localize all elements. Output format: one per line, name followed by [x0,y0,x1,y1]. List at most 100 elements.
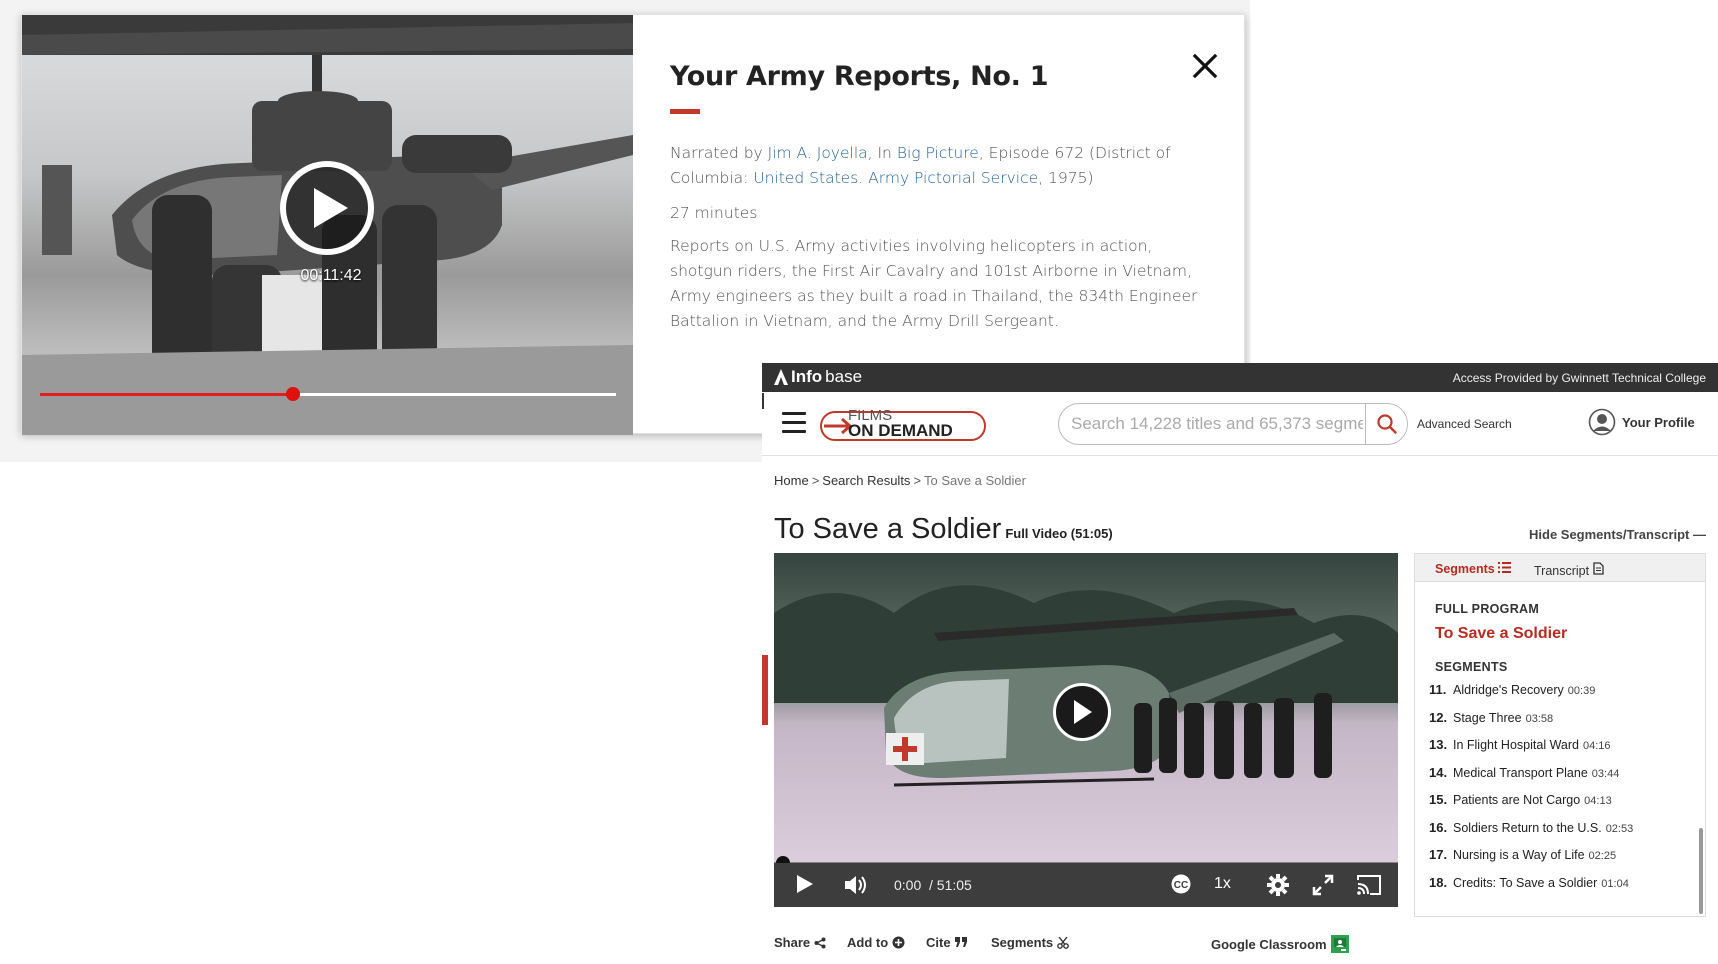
films-on-demand-logo[interactable]: FILMS ON DEMAND [820,404,986,444]
document-icon [1592,562,1604,575]
time-display: 0:00 / 51:05 [894,877,972,893]
segment-title: Soldiers Return to the U.S. [1453,820,1602,835]
volume-icon[interactable] [844,874,868,896]
fullscreen-icon[interactable] [1312,874,1334,896]
card-player-time: 00:11:42 [300,267,362,284]
list-item[interactable]: 13. In Flight Hospital Ward 04:16 [1429,737,1699,765]
video-play-button[interactable] [1053,683,1111,741]
search-icon [1376,414,1397,434]
segment-duration: 04:16 [1582,740,1611,752]
segments-heading: SEGMENTS [1435,660,1508,674]
search-button[interactable] [1365,404,1407,444]
segments-tool-label: Segments [991,935,1054,950]
segment-list: 11. Aldridge's Recovery 00:39 12. Stage Thr… [1429,682,1699,902]
tab-transcript[interactable]: Transcript [1534,562,1604,578]
breadcrumb-search-results[interactable]: Search Results [822,473,910,488]
infobase-logo-icon [774,369,788,385]
side-feedback-tab[interactable] [762,655,768,725]
segment-title: Nursing is a Way of Life [1453,848,1585,862]
narrator-link[interactable]: Jim A. Joyella [768,144,868,162]
infobase-logo-rest: base [825,367,863,386]
card-description: Reports on U.S. Army activities involvin… [670,237,1198,330]
hamburger-menu-icon[interactable] [782,412,806,434]
list-item[interactable]: 18. Credits: To Save a Soldier 01:04 [1429,875,1699,903]
segments-tool-button[interactable]: Segments [991,935,1070,950]
card-video-player[interactable]: 00:11:42 [22,15,633,435]
profile-label: Your Profile [1622,414,1695,430]
play-icon[interactable] [796,874,814,894]
in-label: , In [867,144,897,162]
access-provided-text: Access Provided by Gwinnett Technical Co… [1452,371,1706,385]
segment-duration: 02:53 [1605,822,1634,835]
card-play-button[interactable] [280,161,374,255]
segment-duration: 01:04 [1601,877,1629,890]
add-to-button[interactable]: Add to [847,935,905,950]
close-icon[interactable] [1190,51,1220,81]
segments-scrollbar[interactable] [1699,828,1703,914]
cite-button[interactable]: Cite [926,935,968,950]
card-progress-fill [40,393,294,396]
action-bar: Share Add to Cite Segments Google Classr… [774,935,1354,955]
publisher-link[interactable]: United States. Army Pictorial Service [753,169,1038,187]
breadcrumb-home[interactable]: Home [774,473,809,488]
list-item[interactable]: 11. Aldridge's Recovery 00:39 [1429,682,1699,710]
segment-title: Patients are Not Cargo [1453,793,1581,807]
settings-gear-icon[interactable] [1267,874,1289,896]
segment-title: Credits: To Save a Soldier [1453,875,1598,890]
current-time: 0:00 [894,877,922,893]
tab-segments[interactable]: Segments [1435,562,1512,576]
main-video-player[interactable]: 0:00 / 51:05 CC 1x [774,553,1398,907]
films-on-demand-page: Info base Access Provided by Gwinnett Tec… [762,363,1718,964]
segment-number: 11. [1429,682,1447,697]
list-item[interactable]: 16. Soldiers Return to the U.S. 02:53 [1429,820,1699,848]
segments-tabs: Segments Transcript [1415,554,1705,582]
google-classroom-button[interactable]: Google Classroom [1211,935,1349,953]
profile-button[interactable]: Your Profile [1588,408,1695,436]
video-title-block: To Save a Soldier Full Video (51:05) [774,513,1113,546]
play-icon [314,188,348,228]
search-input[interactable] [1059,404,1363,444]
full-program-label: FULL PROGRAM [1435,602,1540,616]
infobase-logo[interactable]: Info base [774,367,862,387]
series-link[interactable]: Big Picture [897,144,979,162]
segment-title: Aldridge's Recovery [1453,683,1564,697]
card-progress-bar[interactable] [40,387,616,401]
share-button[interactable]: Share [774,935,826,950]
svg-text:CC: CC [1174,880,1188,891]
list-item[interactable]: 12. Stage Three 03:58 [1429,710,1699,738]
hide-segments-toggle[interactable]: Hide Segments/Transcript — [1529,527,1706,542]
segment-number: 15. [1429,792,1448,807]
tab-segments-label: Segments [1435,562,1495,576]
list-icon [1498,562,1512,573]
breadcrumb-current: To Save a Soldier [924,473,1026,488]
cast-icon[interactable] [1356,874,1382,896]
quote-icon [954,937,967,947]
site-header: FILMS ON DEMAND Advanced Search Your Pro… [762,392,1718,456]
closed-captions-icon[interactable]: CC [1170,874,1192,894]
scissors-icon [1057,936,1070,949]
year-text: , 1975) [1038,169,1094,187]
segment-number: 12. [1429,709,1448,725]
list-item[interactable]: 17. Nursing is a Way of Life 02:25 [1429,847,1699,875]
list-item[interactable]: 15. Patients are Not Cargo 04:13 [1429,792,1699,820]
cite-label: Cite [926,935,951,950]
segment-title: Medical Transport Plane [1453,765,1588,780]
advanced-search-link[interactable]: Advanced Search [1417,417,1512,431]
add-to-label: Add to [847,935,889,950]
segment-title: In Flight Hospital Ward [1453,738,1579,752]
title-underline-accent [670,109,700,114]
infobase-top-bar: Info base Access Provided by Gwinnett Tec… [762,363,1718,392]
playback-speed-button[interactable]: 1x [1214,875,1231,893]
segment-duration: 03:58 [1525,712,1554,725]
segment-number: 14. [1429,764,1448,780]
plus-circle-icon [892,936,905,949]
segment-number: 13. [1429,737,1448,752]
list-item[interactable]: 14. Medical Transport Plane 03:44 [1429,765,1699,793]
segment-duration: 00:39 [1567,685,1596,697]
share-icon [814,937,826,948]
narrated-by-label: Narrated by [670,144,768,162]
user-avatar-icon [1588,408,1616,436]
full-program-link[interactable]: To Save a Soldier [1435,625,1567,643]
total-time: / 51:05 [929,877,972,893]
card-title: Your Army Reports, No. 1 [670,61,1049,92]
